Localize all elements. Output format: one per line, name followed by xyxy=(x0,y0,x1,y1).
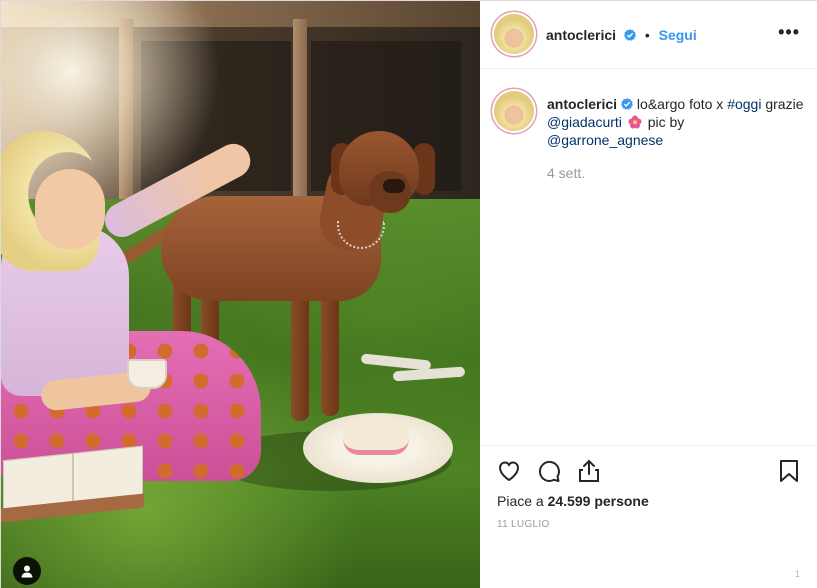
more-options-button[interactable]: ••• xyxy=(778,22,800,43)
post-header: antoclerici • Segui ••• xyxy=(480,1,817,69)
caption-text: antoclerici lo&argo foto x #oggi grazie … xyxy=(547,96,804,148)
follow-button[interactable]: Segui xyxy=(659,27,697,43)
avatar[interactable] xyxy=(494,14,534,54)
hashtag-link[interactable]: #oggi xyxy=(727,96,761,112)
likes-count[interactable]: Piace a 24.599 persone xyxy=(497,493,649,509)
share-icon[interactable] xyxy=(576,458,602,484)
caption-username[interactable]: antoclerici xyxy=(547,96,617,112)
post-actions: Piace a 24.599 persone 11 LUGLIO xyxy=(480,445,817,588)
comment-timestamp[interactable]: 4 sett. xyxy=(547,165,585,181)
header-username[interactable]: antoclerici xyxy=(546,27,616,43)
mention-link[interactable]: @garrone_agnese xyxy=(547,132,663,148)
comment-icon[interactable] xyxy=(536,458,562,484)
post-dialog: antoclerici • Segui ••• antoclerici lo&a… xyxy=(0,0,817,588)
flower-emoji-icon xyxy=(628,115,642,129)
bookmark-icon[interactable] xyxy=(776,458,802,484)
post-date[interactable]: 11 LUGLIO xyxy=(497,519,550,530)
page-indicator: 1 xyxy=(794,569,800,579)
user-tag-icon[interactable] xyxy=(13,557,41,585)
caption-avatar[interactable] xyxy=(494,91,534,131)
verified-badge-icon xyxy=(623,28,636,41)
cup xyxy=(127,359,167,389)
post-sidebar: antoclerici • Segui ••• antoclerici lo&a… xyxy=(480,1,817,588)
heart-icon[interactable] xyxy=(496,458,522,484)
verified-badge-icon xyxy=(621,96,634,110)
mention-link[interactable]: @giadacurti xyxy=(547,114,622,130)
post-photo[interactable] xyxy=(1,1,480,588)
